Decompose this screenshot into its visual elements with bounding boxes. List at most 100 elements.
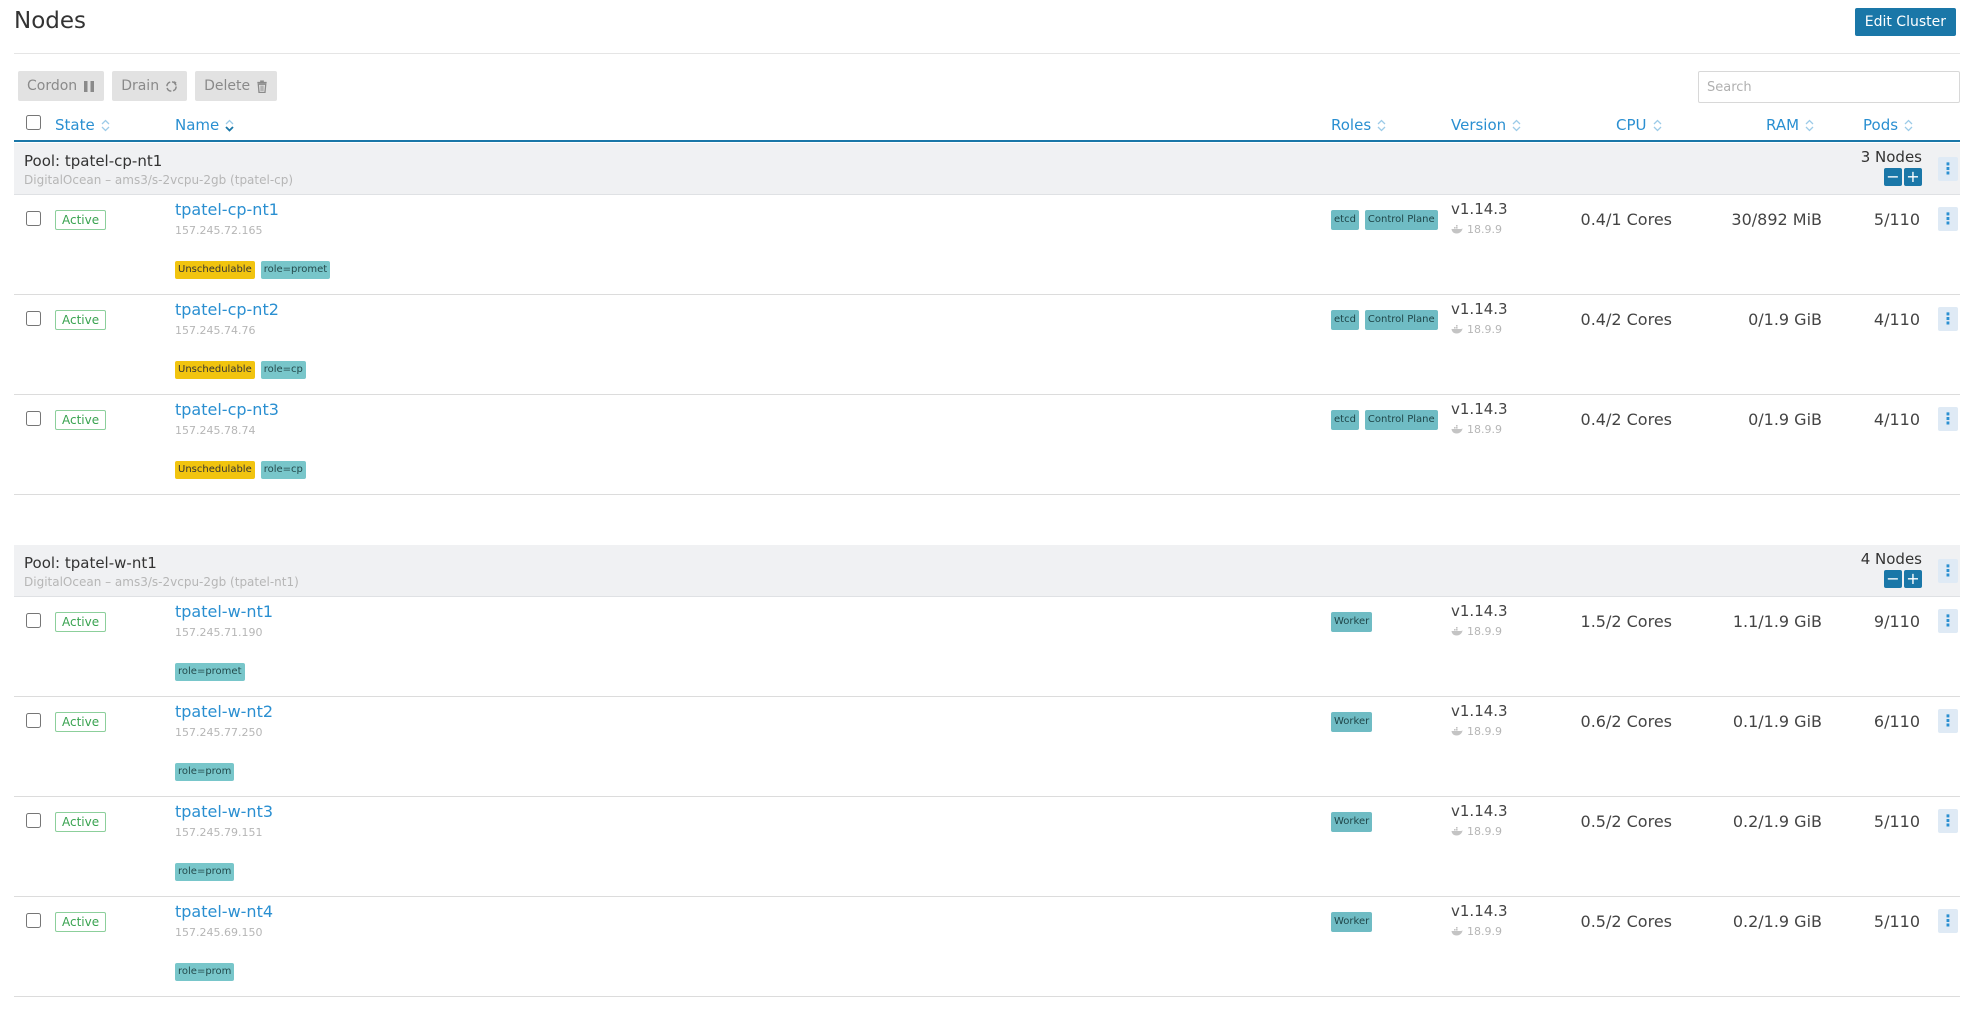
row-checkbox[interactable] (26, 613, 41, 628)
refresh-icon (166, 80, 177, 92)
node-ip: 157.245.74.76 (175, 324, 256, 337)
col-pods[interactable]: Pods (1863, 116, 1913, 134)
node-name-link[interactable]: tpatel-w-nt4 (175, 902, 273, 921)
select-all-checkbox[interactable] (26, 115, 41, 130)
status-badge: Active (55, 812, 107, 832)
role-tag-etcd: etcd (1331, 410, 1359, 430)
k8s-version: v1.14.3 (1451, 602, 1508, 620)
pool-menu-button[interactable]: ⋮ (1938, 559, 1958, 583)
docker-version: 18.9.9 (1451, 223, 1502, 236)
scale-down-button[interactable]: − (1884, 168, 1902, 186)
delete-button[interactable]: Delete (195, 71, 278, 101)
node-ip: 157.245.77.250 (175, 726, 263, 739)
table-row: Active tpatel-cp-nt3 157.245.78.74 Unsch… (14, 395, 1960, 495)
node-name-link[interactable]: tpatel-w-nt3 (175, 802, 273, 821)
pool-title: Pool: tpatel-w-nt1 (24, 554, 157, 572)
row-checkbox[interactable] (26, 311, 41, 326)
sort-icon (1805, 119, 1814, 131)
role-tag-worker: Worker (1331, 912, 1373, 932)
docker-version-value: 18.9.9 (1467, 323, 1502, 336)
node-roles: etcd Control Plane (1331, 410, 1438, 430)
ram-usage: 0.2/1.9 GiB (1732, 812, 1822, 831)
pods-usage: 9/110 (1873, 612, 1920, 631)
row-menu-button[interactable]: ⋮ (1938, 709, 1958, 733)
col-state[interactable]: State (55, 116, 110, 134)
ram-usage: 0.1/1.9 GiB (1732, 712, 1822, 731)
pool-header: Pool: tpatel-cp-nt1 DigitalOcean – ams3/… (14, 143, 1960, 195)
docker-version: 18.9.9 (1451, 323, 1502, 336)
edit-cluster-button[interactable]: Edit Cluster (1854, 8, 1956, 36)
col-roles-label: Roles (1331, 116, 1372, 134)
page-title: Nodes (14, 8, 87, 34)
nodes-page: Nodes Edit Cluster Cordon Drain Delete S… (0, 0, 1974, 1018)
row-checkbox[interactable] (26, 211, 41, 226)
row-menu-button[interactable]: ⋮ (1938, 207, 1958, 231)
pause-icon (84, 80, 95, 92)
drain-button[interactable]: Drain (112, 71, 188, 101)
cpu-usage: 1.5/2 Cores (1580, 612, 1672, 631)
row-menu-button[interactable]: ⋮ (1938, 809, 1958, 833)
node-roles: Worker (1331, 812, 1373, 832)
k8s-version: v1.14.3 (1451, 400, 1508, 418)
node-name-link[interactable]: tpatel-w-nt1 (175, 602, 273, 621)
row-checkbox[interactable] (26, 813, 41, 828)
pool-subtitle: DigitalOcean – ams3/s-2vcpu-2gb (tpatel-… (24, 575, 299, 589)
col-cpu-label: CPU (1616, 116, 1647, 134)
table-row: Active tpatel-cp-nt2 157.245.74.76 Unsch… (14, 295, 1960, 395)
row-menu-button[interactable]: ⋮ (1938, 407, 1958, 431)
col-roles[interactable]: Roles (1331, 116, 1386, 134)
col-name-label: Name (175, 116, 220, 134)
pool-title: Pool: tpatel-cp-nt1 (24, 152, 163, 170)
scale-up-button[interactable]: + (1904, 168, 1922, 186)
cpu-usage: 0.4/2 Cores (1580, 310, 1672, 329)
node-roles: Worker (1331, 912, 1373, 932)
docker-version: 18.9.9 (1451, 725, 1502, 738)
docker-whale-icon (1451, 225, 1463, 234)
pool-scale-stepper: − + (1884, 168, 1922, 186)
docker-version: 18.9.9 (1451, 825, 1502, 838)
row-menu-button[interactable]: ⋮ (1938, 909, 1958, 933)
role-tag-worker: Worker (1331, 812, 1373, 832)
col-state-label: State (55, 116, 95, 134)
row-checkbox[interactable] (26, 713, 41, 728)
col-name[interactable]: Name (175, 116, 234, 134)
col-ram[interactable]: RAM (1766, 116, 1814, 134)
pool-menu-button[interactable]: ⋮ (1938, 157, 1958, 181)
docker-version-value: 18.9.9 (1467, 825, 1502, 838)
drain-label: Drain (121, 78, 160, 94)
row-checkbox[interactable] (26, 913, 41, 928)
role-tag-etcd: etcd (1331, 210, 1359, 230)
sort-icon (101, 119, 110, 131)
docker-whale-icon (1451, 627, 1463, 636)
docker-version-value: 18.9.9 (1467, 223, 1502, 236)
unschedulable-tag: Unschedulable (175, 461, 255, 479)
docker-version-value: 18.9.9 (1467, 925, 1502, 938)
cordon-button[interactable]: Cordon (18, 71, 105, 101)
scale-up-button[interactable]: + (1904, 570, 1922, 588)
node-name-link[interactable]: tpatel-cp-nt1 (175, 200, 279, 219)
pods-usage: 4/110 (1873, 310, 1920, 329)
table-row: Active tpatel-cp-nt1 157.245.72.165 Unsc… (14, 195, 1960, 295)
row-menu-button[interactable]: ⋮ (1938, 609, 1958, 633)
node-name-link[interactable]: tpatel-cp-nt3 (175, 400, 279, 419)
scale-down-button[interactable]: − (1884, 570, 1902, 588)
role-tag-etcd: etcd (1331, 310, 1359, 330)
trash-icon (257, 79, 267, 93)
table-row: Active tpatel-w-nt2 157.245.77.250 role=… (14, 697, 1960, 797)
ram-usage: 0.2/1.9 GiB (1732, 912, 1822, 931)
col-version[interactable]: Version (1451, 116, 1521, 134)
node-name-link[interactable]: tpatel-w-nt2 (175, 702, 273, 721)
cpu-usage: 0.6/2 Cores (1580, 712, 1672, 731)
pods-usage: 5/110 (1873, 210, 1920, 229)
search-input[interactable] (1698, 71, 1960, 103)
k8s-version: v1.14.3 (1451, 200, 1508, 218)
row-menu-button[interactable]: ⋮ (1938, 307, 1958, 331)
row-checkbox[interactable] (26, 411, 41, 426)
col-cpu[interactable]: CPU (1616, 116, 1662, 134)
docker-version: 18.9.9 (1451, 423, 1502, 436)
node-name-link[interactable]: tpatel-cp-nt2 (175, 300, 279, 319)
table-row: Active tpatel-w-nt4 157.245.69.150 role=… (14, 897, 1960, 997)
pods-usage: 6/110 (1873, 712, 1920, 731)
sort-icon (1377, 119, 1386, 131)
node-labels: Unschedulable role=promet (175, 261, 331, 279)
